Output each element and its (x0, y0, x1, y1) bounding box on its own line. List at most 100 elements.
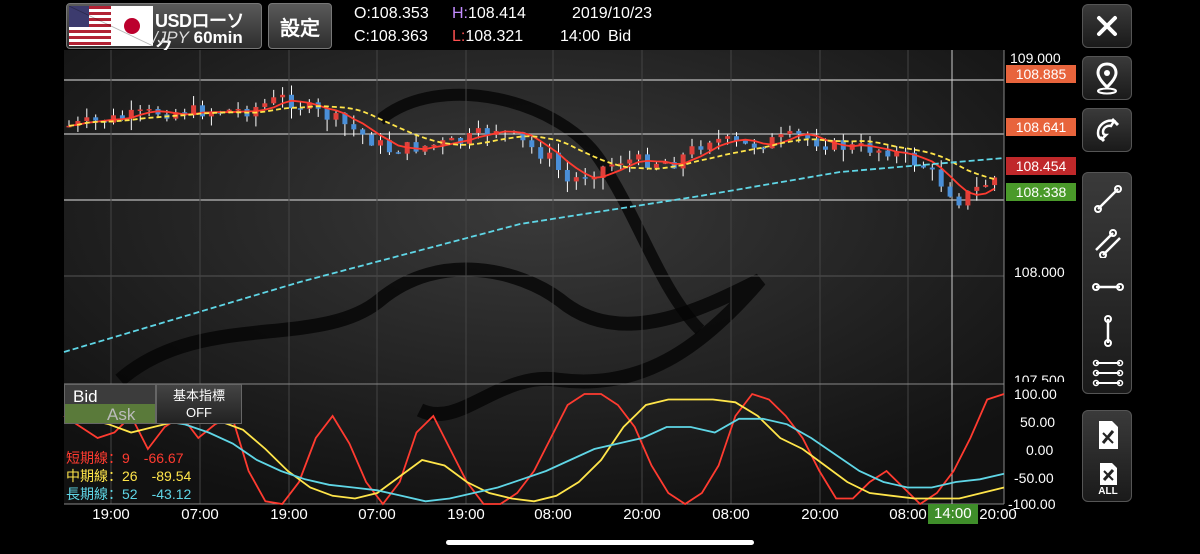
trend-line-icon (1094, 185, 1122, 213)
price-tag-low: 108.338 (1006, 183, 1076, 201)
candle-body (395, 152, 401, 154)
time-axis-label: 07:00 (181, 506, 219, 523)
bid-ask-toggle[interactable]: Bid Ask (64, 384, 156, 424)
time-axis-label: 19:00 (447, 506, 485, 523)
price-tag-line: 108.641 (1006, 118, 1076, 136)
chart-background (64, 50, 1004, 504)
indicator-label: 基本指標 (172, 388, 225, 403)
candle-body (280, 94, 286, 98)
currency-pair-button[interactable]: USDローソク /JPY 60min (66, 3, 262, 57)
candle-body (146, 109, 152, 111)
open-readout: O:108.353 (354, 5, 429, 22)
candle-body (796, 131, 802, 134)
chart-header: USDローソク /JPY 60min 設定 O:108.353 H:108.41… (0, 0, 1080, 57)
trend-line-button[interactable] (1083, 177, 1133, 221)
time-axis-label: 20:00 (801, 506, 839, 523)
candle-body (369, 134, 375, 146)
candle-body (538, 147, 544, 159)
candle-body (467, 133, 472, 144)
candle-body (920, 165, 926, 168)
candle-body (484, 128, 490, 135)
delete-all-drawings-icon (1100, 463, 1117, 485)
fibonacci-lines-button[interactable] (1083, 351, 1133, 395)
candle-body (271, 97, 277, 104)
bid-label: Bid (73, 387, 98, 406)
parallel-lines-icon (1095, 229, 1121, 258)
candle-body (262, 103, 268, 107)
time-readout: 14:00 (560, 28, 601, 45)
time-axis-label: 07:00 (358, 506, 396, 523)
current-time-marker: 14:00 (928, 504, 978, 524)
map-pin-button[interactable] (1082, 56, 1132, 100)
low-readout: L:108.321 (452, 28, 524, 45)
price-tag-high: 108.885 (1006, 65, 1076, 83)
candle-body (333, 113, 339, 120)
candle-body (529, 140, 535, 148)
candle-body (929, 167, 935, 170)
magnet-button[interactable] (1082, 108, 1132, 152)
horizontal-line-button[interactable] (1083, 265, 1133, 309)
candle-body (716, 138, 722, 143)
candle-body (573, 177, 579, 182)
candle-body (769, 137, 775, 149)
close-icon (1097, 16, 1117, 36)
delete-all-label: ALL (1098, 486, 1118, 497)
horizontal-line-icon (1092, 283, 1124, 291)
price-tag-current: 108.454 (1006, 157, 1076, 175)
oscillator-axis-label: 50.00 (1020, 414, 1056, 430)
legend-mid: 中期線：26 -89.54 (66, 468, 192, 484)
oscillator-axis-label: 0.00 (1026, 442, 1054, 458)
delete-drawing-button[interactable] (1083, 413, 1133, 457)
time-axis-label: 20:00 (623, 506, 661, 523)
candle-body (93, 117, 99, 121)
candle-body (636, 154, 642, 160)
candle-body (413, 142, 419, 152)
candle-body (564, 169, 570, 182)
ask-label: Ask (107, 405, 136, 424)
close-readout: C:108.363 (354, 28, 428, 45)
vertical-line-button[interactable] (1083, 309, 1133, 353)
home-indicator[interactable] (446, 540, 754, 545)
candle-body (689, 146, 695, 155)
indicator-state: OFF (186, 405, 212, 420)
oscillator-axis-label: -50.00 (1014, 470, 1054, 486)
candle-body (137, 109, 143, 111)
candle-body (787, 131, 793, 135)
pair-interval: /JPY 60min (153, 28, 243, 47)
vertical-line-icon (1104, 315, 1112, 347)
candle-body (360, 129, 366, 135)
price-axis-label: 107.500 (1014, 372, 1065, 382)
candle-body (449, 137, 455, 141)
side-readout: Bid (608, 28, 632, 45)
candle-body (84, 117, 90, 122)
candle-body (582, 177, 588, 179)
candle-body (378, 140, 383, 146)
time-axis-label: 19:00 (92, 506, 130, 523)
candle-body (609, 164, 615, 167)
candle-body (947, 186, 953, 197)
candle-body (885, 150, 891, 157)
candle-body (351, 124, 357, 130)
candle-body (698, 146, 704, 150)
legend-short: 短期線：9 -66.67 (66, 450, 184, 466)
map-pin-icon (1096, 62, 1118, 95)
close-button[interactable] (1082, 4, 1132, 48)
delete-drawing-icon (1099, 421, 1118, 449)
candle-body (742, 140, 748, 144)
magnet-icon (1096, 117, 1120, 143)
candle-body (725, 136, 731, 139)
candle-body (956, 196, 962, 206)
indicator-toggle-button[interactable]: 基本指標 OFF (156, 384, 242, 424)
date-readout: 2019/10/23 (572, 5, 653, 22)
candle-body (200, 105, 205, 117)
legend-long: 長期線：52 -43.12 (66, 486, 192, 502)
delete-all-drawings-button[interactable]: ALL (1083, 457, 1133, 501)
fibonacci-lines-icon (1092, 359, 1124, 387)
candle-body (324, 108, 330, 120)
settings-button[interactable]: 設定 (268, 3, 332, 49)
candle-body (547, 152, 553, 159)
candle-body (653, 163, 659, 168)
drawing-tools-group (1082, 172, 1132, 394)
parallel-lines-button[interactable] (1083, 221, 1133, 265)
candle-body (876, 150, 882, 153)
